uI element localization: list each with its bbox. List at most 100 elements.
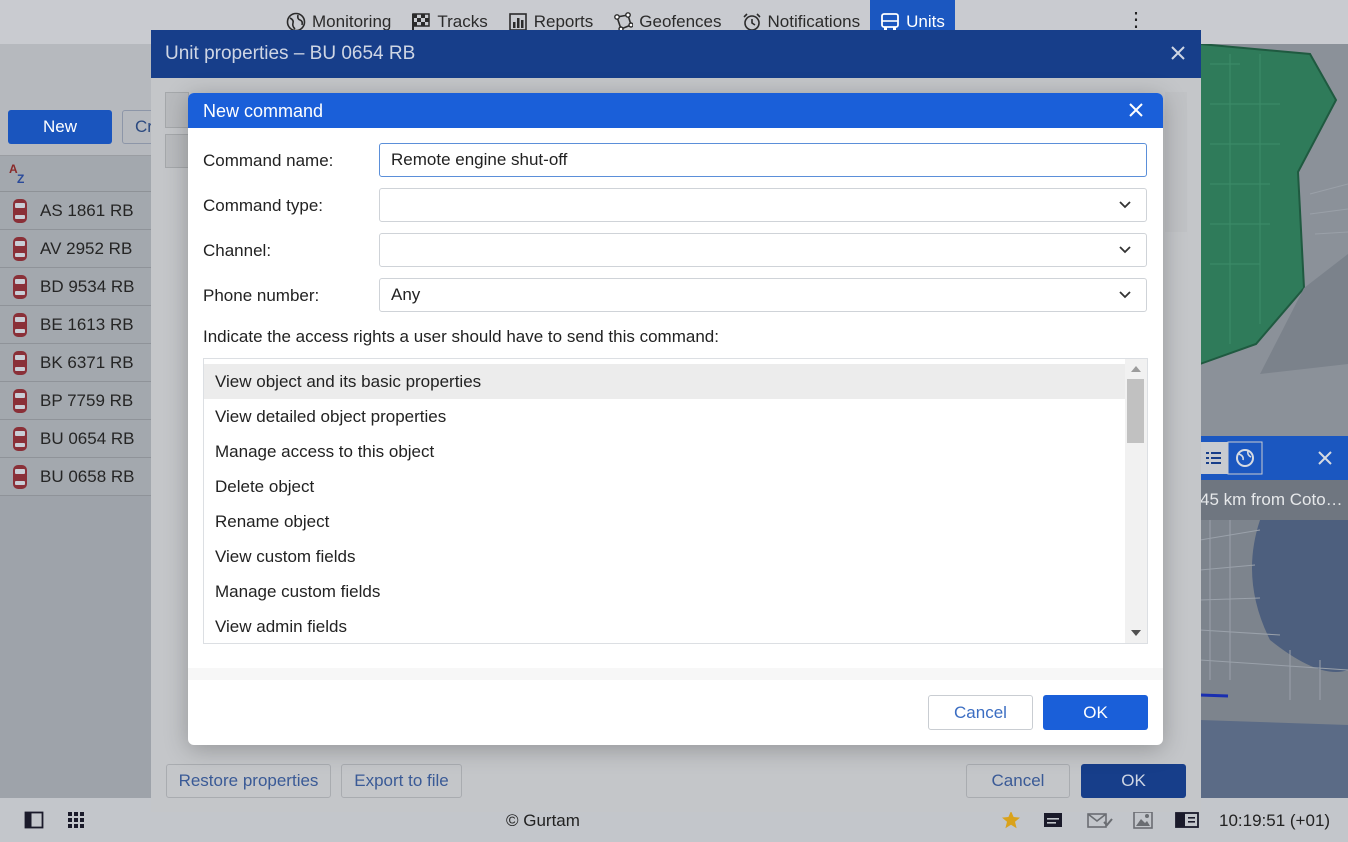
unit-name: AV 2952 RB	[40, 238, 133, 258]
background-panel	[1165, 92, 1187, 232]
list-item[interactable]: BK 6371 RB	[0, 344, 152, 382]
list-item[interactable]: Delete object	[204, 469, 1126, 504]
panel-toggle-icon[interactable]	[24, 810, 44, 830]
new-command-dialog: New command Command name: Remote engine …	[188, 93, 1163, 745]
command-name-label: Command name:	[203, 151, 334, 170]
unit-name: BU 0654 RB	[40, 428, 135, 448]
chart-report-icon	[508, 12, 528, 32]
channel-label: Channel:	[203, 241, 272, 260]
cancel-button[interactable]: Cancel	[966, 764, 1070, 798]
tab-label: Monitoring	[312, 12, 392, 31]
new-command-header: New command	[188, 93, 1163, 128]
ok-button[interactable]: OK	[1081, 764, 1186, 798]
phone-number-value: Any	[391, 285, 421, 304]
sort-row: AZ	[0, 156, 152, 192]
image-icon[interactable]	[1133, 810, 1153, 830]
unit-name: BD 9534 RB	[40, 276, 135, 296]
map-geofence-shape	[1200, 44, 1348, 374]
background-tab	[165, 134, 189, 168]
map-view[interactable]: 45 km from Coto…	[1200, 44, 1348, 798]
list-item[interactable]: BE 1613 RB	[0, 306, 152, 344]
list-item[interactable]: BU 0654 RB	[0, 420, 152, 458]
divider	[188, 668, 1163, 680]
scrollbar-thumb[interactable]	[1127, 379, 1144, 443]
close-icon[interactable]	[1167, 42, 1189, 64]
star-icon[interactable]	[1001, 810, 1021, 830]
phone-number-select[interactable]: Any	[379, 278, 1147, 312]
car-icon	[13, 350, 27, 375]
close-icon[interactable]	[1127, 101, 1145, 119]
list-item[interactable]: View object and its basic properties	[204, 364, 1126, 399]
car-icon	[13, 198, 27, 223]
map-address: 45 km from Coto…	[1200, 480, 1348, 520]
tab-label: Tracks	[437, 12, 488, 31]
cancel-button[interactable]: Cancel	[928, 695, 1033, 730]
list-item[interactable]: BD 9534 RB	[0, 268, 152, 306]
command-type-select[interactable]	[379, 188, 1147, 222]
list-item[interactable]: BU 0658 RB	[0, 458, 152, 496]
copyright: © Gurtam	[506, 811, 580, 830]
layout-icon[interactable]	[1175, 810, 1199, 830]
unit-properties-header: Unit properties – BU 0654 RB	[151, 30, 1201, 78]
clock: 10:19:51 (+01)	[1219, 811, 1331, 830]
unit-properties-title: Unit properties – BU 0654 RB	[165, 43, 416, 64]
phone-number-label: Phone number:	[203, 286, 320, 305]
scrollbar[interactable]	[1125, 359, 1147, 643]
tab-label: Notifications	[767, 12, 861, 31]
list-item[interactable]: Manage custom fields	[204, 574, 1126, 609]
unit-name: BP 7759 RB	[40, 390, 134, 410]
command-name-input[interactable]: Remote engine shut-off	[379, 143, 1147, 177]
checkered-flag-icon	[411, 12, 431, 32]
list-item[interactable]: View custom fields	[204, 539, 1126, 574]
chevron-down-icon	[1119, 246, 1131, 254]
car-icon	[13, 464, 27, 489]
list-item[interactable]: View detailed object properties	[204, 399, 1126, 434]
list-item[interactable]: AS 1861 RB	[0, 192, 152, 230]
geofence-icon	[613, 12, 634, 32]
car-icon	[13, 236, 27, 261]
scroll-down-arrow-icon[interactable]	[1131, 630, 1141, 636]
list-item[interactable]: Rename object	[204, 504, 1126, 539]
map-widget-header	[1200, 436, 1348, 480]
access-rights-hint: Indicate the access rights a user should…	[203, 327, 719, 346]
globe-icon	[286, 12, 306, 32]
list-item[interactable]: View admin fields	[204, 609, 1126, 643]
map-area-bottom	[1200, 520, 1348, 798]
apps-grid-icon[interactable]	[66, 810, 86, 830]
list-item[interactable]: Manage access to this object	[204, 434, 1126, 469]
scroll-up-arrow-icon[interactable]	[1131, 366, 1141, 372]
chevron-down-icon	[1119, 291, 1131, 299]
access-rights-list: View object and its basic properties Vie…	[203, 358, 1148, 644]
tab-label: Units	[906, 12, 945, 31]
unit-properties-footer: Restore properties Export to file Cancel…	[151, 750, 1201, 812]
tab-label: Reports	[533, 12, 594, 31]
chevron-down-icon	[1119, 201, 1131, 209]
car-icon	[13, 274, 27, 299]
list-item[interactable]: BP 7759 RB	[0, 382, 152, 420]
messages-icon[interactable]	[1043, 810, 1063, 830]
unit-name: AS 1861 RB	[40, 200, 134, 220]
map-area-top	[1200, 44, 1348, 436]
channel-select[interactable]	[379, 233, 1147, 267]
restore-properties-button[interactable]: Restore properties	[166, 764, 331, 798]
car-icon	[13, 426, 27, 451]
dialog-title: New command	[203, 101, 324, 121]
units-toolbar: New Cr	[0, 44, 162, 156]
bus-icon	[880, 12, 900, 32]
unit-name: BU 0658 RB	[40, 466, 135, 486]
command-type-label: Command type:	[203, 196, 323, 215]
unit-name: BE 1613 RB	[40, 314, 134, 334]
car-icon	[13, 388, 27, 413]
new-unit-button[interactable]: New	[8, 110, 112, 144]
list-item[interactable]: AV 2952 RB	[0, 230, 152, 268]
ok-button[interactable]: OK	[1043, 695, 1148, 730]
more-menu-icon[interactable]: ⋮	[1126, 10, 1146, 30]
tab-label: Geofences	[639, 12, 722, 31]
unit-list: AS 1861 RB AV 2952 RB BD 9534 RB BE 1613…	[0, 192, 152, 496]
background-tab	[165, 92, 189, 128]
car-icon	[13, 312, 27, 337]
export-to-file-button[interactable]: Export to file	[341, 764, 462, 798]
sort-az-icon[interactable]: AZ	[9, 163, 24, 185]
mail-check-icon[interactable]	[1087, 810, 1113, 830]
units-panel: New Cr AZ AS 1861 RB AV 2952 RB BD 9534 …	[0, 44, 162, 798]
